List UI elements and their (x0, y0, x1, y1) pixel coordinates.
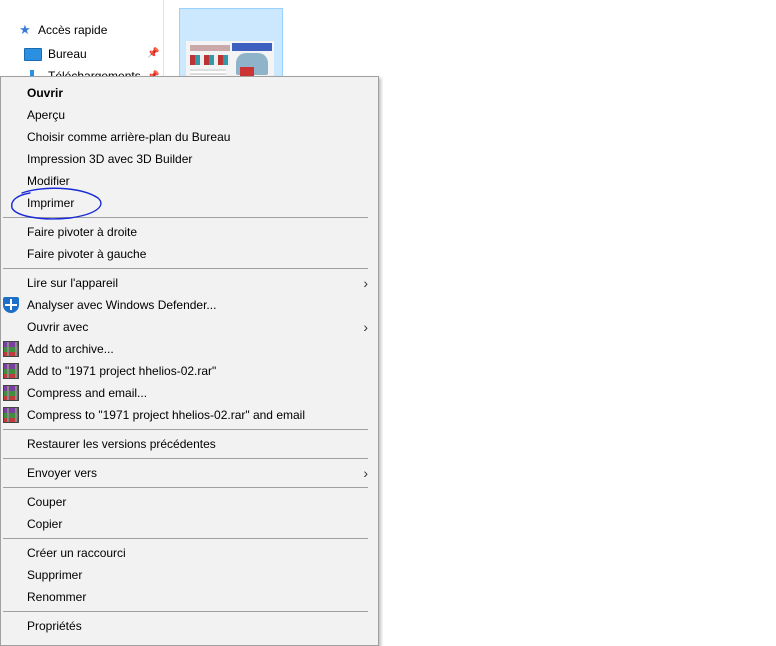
menu-item-label: Couper (27, 495, 67, 509)
chevron-right-icon: › (363, 275, 368, 291)
menu-item-create-shortcut[interactable]: Créer un raccourci (1, 542, 378, 564)
menu-item-label: Lire sur l'appareil (27, 276, 119, 290)
menu-separator (3, 538, 368, 539)
star-icon: ★ (19, 22, 31, 37)
menu-item-open-with[interactable]: Ouvrir avec › (1, 316, 378, 338)
menu-separator (3, 458, 368, 459)
menu-item-label: Ouvrir (27, 86, 64, 100)
windows-defender-icon (3, 297, 19, 313)
menu-item-3d-print[interactable]: Impression 3D avec 3D Builder (1, 148, 378, 170)
menu-item-delete[interactable]: Supprimer (1, 564, 378, 586)
menu-item-label: Faire pivoter à gauche (27, 247, 147, 261)
menu-item-rotate-left[interactable]: Faire pivoter à gauche (1, 243, 378, 265)
menu-item-label: Add to "1971 project hhelios-02.rar" (27, 364, 217, 378)
menu-separator (3, 268, 368, 269)
menu-item-properties[interactable]: Propriétés (1, 615, 378, 637)
menu-item-label: Copier (27, 517, 63, 531)
menu-item-label: Envoyer vers (27, 466, 98, 480)
pane-divider[interactable] (163, 0, 164, 80)
menu-item-preview[interactable]: Aperçu (1, 104, 378, 126)
winrar-icon (3, 341, 19, 357)
menu-item-label: Supprimer (27, 568, 83, 582)
menu-item-edit[interactable]: Modifier (1, 170, 378, 192)
menu-item-cast-to-device[interactable]: Lire sur l'appareil › (1, 272, 378, 294)
winrar-icon (3, 407, 19, 423)
menu-item-label: Compress to "1971 project hhelios-02.rar… (27, 408, 305, 422)
menu-item-label: Add to archive... (27, 342, 114, 356)
menu-item-open[interactable]: Ouvrir (1, 82, 378, 104)
menu-item-restore-previous-versions[interactable]: Restaurer les versions précédentes (1, 433, 378, 455)
context-menu: Ouvrir Aperçu Choisir comme arrière-plan… (0, 76, 379, 646)
menu-item-label: Imprimer (27, 196, 75, 210)
menu-separator (3, 217, 368, 218)
menu-item-send-to[interactable]: Envoyer vers › (1, 462, 378, 484)
menu-item-set-as-desktop-background[interactable]: Choisir comme arrière-plan du Bureau (1, 126, 378, 148)
winrar-icon (3, 385, 19, 401)
menu-item-cut[interactable]: Couper (1, 491, 378, 513)
menu-item-add-to-archive[interactable]: Add to archive... (1, 338, 378, 360)
menu-item-label: Faire pivoter à droite (27, 225, 138, 239)
nav-item-quick-access[interactable]: ★ Accès rapide (18, 19, 107, 41)
menu-separator (3, 487, 368, 488)
menu-item-rotate-right[interactable]: Faire pivoter à droite (1, 221, 378, 243)
menu-item-label: Modifier (27, 174, 70, 188)
menu-item-label: Propriétés (27, 619, 82, 633)
chevron-right-icon: › (363, 319, 368, 335)
menu-item-copy[interactable]: Copier (1, 513, 378, 535)
menu-item-compress-to-rar-and-email[interactable]: Compress to "1971 project hhelios-02.rar… (1, 404, 378, 426)
menu-item-label: Restaurer les versions précédentes (27, 437, 216, 451)
pin-icon[interactable]: 📌 (147, 48, 159, 59)
menu-item-add-to-rar[interactable]: Add to "1971 project hhelios-02.rar" (1, 360, 378, 382)
menu-item-scan-defender[interactable]: Analyser avec Windows Defender... (1, 294, 378, 316)
menu-item-label: Impression 3D avec 3D Builder (27, 152, 193, 166)
menu-item-label: Ouvrir avec (27, 320, 89, 334)
nav-item-desktop[interactable]: Bureau (24, 43, 87, 65)
menu-item-label: Analyser avec Windows Defender... (27, 298, 217, 312)
menu-item-print[interactable]: Imprimer (1, 192, 378, 214)
menu-separator (3, 611, 368, 612)
menu-item-label: Compress and email... (27, 386, 148, 400)
nav-label-quick-access: Accès rapide (38, 23, 108, 37)
nav-label-desktop: Bureau (48, 47, 87, 61)
menu-item-compress-and-email[interactable]: Compress and email... (1, 382, 378, 404)
menu-item-label: Choisir comme arrière-plan du Bureau (27, 130, 231, 144)
menu-separator (3, 429, 368, 430)
desktop-icon (24, 47, 42, 61)
menu-item-label: Aperçu (27, 108, 66, 122)
menu-item-label: Créer un raccourci (27, 546, 126, 560)
menu-item-label: Renommer (27, 590, 87, 604)
winrar-icon (3, 363, 19, 379)
menu-item-rename[interactable]: Renommer (1, 586, 378, 608)
chevron-right-icon: › (363, 465, 368, 481)
